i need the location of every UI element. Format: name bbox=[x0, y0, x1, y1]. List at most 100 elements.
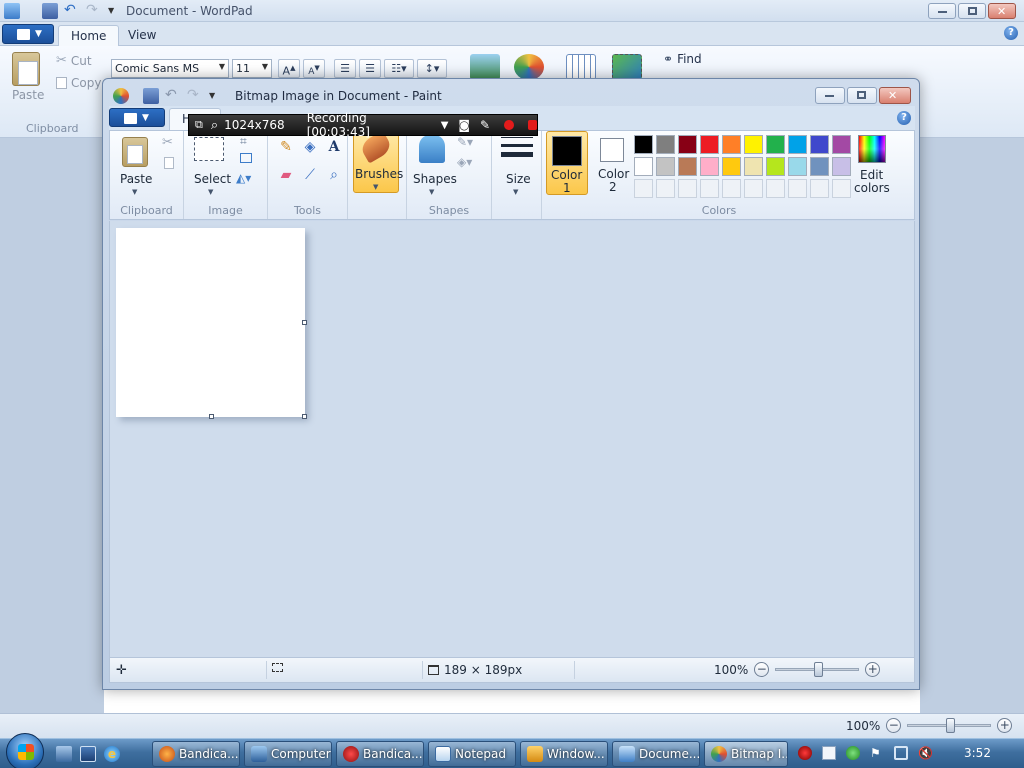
palette-swatch[interactable] bbox=[788, 157, 807, 176]
palette-swatch[interactable] bbox=[722, 135, 741, 154]
tab-home[interactable]: Home bbox=[58, 25, 120, 46]
palette-swatch[interactable] bbox=[810, 135, 829, 154]
magnifier-icon[interactable]: ⌕ bbox=[324, 165, 344, 185]
edit-colors-label[interactable]: Edit bbox=[860, 168, 883, 182]
find-button[interactable]: ⚭ Find bbox=[663, 52, 702, 66]
paint-app-icon[interactable] bbox=[113, 88, 129, 104]
shrink-font-icon[interactable]: A▼ bbox=[303, 59, 325, 78]
custom-color-slot[interactable] bbox=[722, 179, 741, 198]
zoom-slider-thumb[interactable] bbox=[946, 718, 956, 733]
show-desktop-icon[interactable] bbox=[56, 746, 72, 762]
zoom-in-icon[interactable]: + bbox=[865, 662, 881, 677]
taskbar-item-bandicam-1[interactable]: Bandica... bbox=[152, 741, 240, 767]
line-spacing-icon[interactable]: ↕▾ bbox=[417, 59, 447, 78]
window-mode-icon[interactable]: ⧉ bbox=[195, 118, 203, 132]
stop-icon[interactable] bbox=[527, 120, 537, 130]
palette-swatch[interactable] bbox=[766, 157, 785, 176]
chevron-down-icon[interactable]: ▼ bbox=[513, 188, 518, 196]
shape-fill-icon[interactable]: ◈▾ bbox=[457, 155, 472, 169]
volume-muted-icon[interactable]: 🔇 bbox=[918, 746, 933, 760]
zoom-in-icon[interactable]: + bbox=[997, 718, 1013, 733]
custom-color-slot[interactable] bbox=[832, 179, 851, 198]
font-family-select[interactable]: Comic Sans MS ▼ bbox=[111, 59, 229, 78]
chevron-down-icon[interactable]: ▼ bbox=[429, 188, 434, 196]
custom-color-slot[interactable] bbox=[810, 179, 829, 198]
close-button[interactable]: ✕ bbox=[879, 87, 911, 104]
date-time-icon[interactable] bbox=[566, 54, 596, 80]
taskbar-item-bitmap-image[interactable]: Bitmap I... bbox=[704, 741, 788, 767]
insert-object-icon[interactable] bbox=[612, 54, 642, 80]
copy-button[interactable]: Copy bbox=[56, 76, 101, 90]
wordpad-app-icon[interactable] bbox=[4, 3, 20, 19]
custom-color-slot[interactable] bbox=[744, 179, 763, 198]
paint-drawing-icon[interactable] bbox=[514, 54, 544, 80]
custom-color-slot[interactable] bbox=[766, 179, 785, 198]
zoom-out-icon[interactable]: − bbox=[886, 718, 902, 733]
wordpad-app-menu-button[interactable]: ▼ bbox=[2, 24, 54, 44]
taskbar-item-windows-media[interactable]: Window... bbox=[520, 741, 608, 767]
palette-swatch[interactable] bbox=[832, 135, 851, 154]
help-icon[interactable]: ? bbox=[1004, 26, 1018, 40]
palette-swatch[interactable] bbox=[832, 157, 851, 176]
bandicam-tray-icon[interactable] bbox=[798, 746, 812, 760]
palette-swatch[interactable] bbox=[788, 135, 807, 154]
taskbar-clock[interactable]: 3:52 bbox=[964, 746, 991, 760]
help-icon[interactable]: ? bbox=[897, 111, 911, 125]
insert-picture-icon[interactable] bbox=[470, 54, 500, 80]
shapes-icon[interactable] bbox=[419, 135, 445, 163]
outline-icon[interactable]: ✎▾ bbox=[457, 135, 473, 149]
undo-icon[interactable]: ↶ bbox=[64, 3, 80, 19]
cut-button[interactable]: ✂ Cut bbox=[56, 53, 92, 68]
edit-colors-label-2[interactable]: colors bbox=[854, 181, 890, 195]
custom-color-slot[interactable] bbox=[678, 179, 697, 198]
chevron-down-icon[interactable]: ▼ bbox=[132, 188, 137, 196]
paint-zoom-slider[interactable] bbox=[775, 662, 860, 677]
brushes-button[interactable]: Brushes ▼ bbox=[353, 130, 403, 193]
redo-icon[interactable]: ↷ bbox=[86, 3, 102, 19]
chevron-down-icon[interactable]: ▼ bbox=[441, 120, 449, 131]
redo-icon[interactable]: ↷ bbox=[187, 88, 203, 104]
palette-swatch[interactable] bbox=[678, 157, 697, 176]
size-button[interactable]: Size bbox=[506, 172, 531, 186]
increase-indent-icon[interactable]: ☰ bbox=[359, 59, 381, 78]
taskbar-item-bandicam-2[interactable]: Bandica... bbox=[336, 741, 424, 767]
color1-button[interactable]: Color 1 bbox=[546, 131, 588, 195]
palette-swatch[interactable] bbox=[744, 135, 763, 154]
drawing-canvas[interactable] bbox=[116, 228, 305, 417]
select-button[interactable]: Select bbox=[194, 172, 231, 186]
network-icon[interactable] bbox=[894, 746, 908, 760]
palette-swatch[interactable] bbox=[700, 157, 719, 176]
font-size-select[interactable]: 11 ▼ bbox=[232, 59, 272, 78]
chevron-down-icon[interactable]: ▼ bbox=[208, 188, 213, 196]
tab-view[interactable]: View bbox=[116, 25, 168, 46]
taskbar-item-notepad[interactable]: Notepad bbox=[428, 741, 516, 767]
crop-icon[interactable]: ⌗ bbox=[240, 134, 247, 149]
minimize-button[interactable] bbox=[928, 3, 956, 19]
custom-color-slot[interactable] bbox=[634, 179, 653, 198]
taskbar-item-document[interactable]: Docume... bbox=[612, 741, 700, 767]
pencil-icon[interactable]: ✎ bbox=[276, 137, 296, 157]
customize-qat-icon[interactable]: ▼ bbox=[108, 3, 124, 19]
internet-explorer-icon[interactable]: e bbox=[104, 746, 120, 762]
save-icon[interactable] bbox=[143, 88, 159, 104]
palette-swatch[interactable] bbox=[656, 157, 675, 176]
resize-handle-right[interactable] bbox=[302, 320, 307, 325]
fill-icon[interactable]: ◈ bbox=[300, 137, 320, 157]
taskbar-item-computer[interactable]: Computer bbox=[244, 741, 332, 767]
save-icon[interactable] bbox=[42, 3, 58, 19]
copy-icon[interactable] bbox=[164, 157, 174, 169]
paint-app-menu-button[interactable]: ▼ bbox=[109, 108, 165, 127]
palette-swatch[interactable] bbox=[744, 157, 763, 176]
color2-button[interactable]: Color 2 bbox=[592, 131, 632, 195]
palette-swatch[interactable] bbox=[678, 135, 697, 154]
paste-button[interactable]: Paste bbox=[120, 172, 152, 186]
custom-color-slot[interactable] bbox=[700, 179, 719, 198]
undo-icon[interactable]: ↶ bbox=[165, 88, 181, 104]
minimize-button[interactable] bbox=[815, 87, 845, 104]
record-icon[interactable] bbox=[504, 120, 514, 130]
resize-icon[interactable] bbox=[240, 153, 252, 163]
size-icon[interactable] bbox=[501, 137, 533, 138]
rotate-icon[interactable]: ◭▾ bbox=[236, 171, 251, 185]
palette-swatch[interactable] bbox=[634, 157, 653, 176]
security-tray-icon[interactable] bbox=[846, 746, 860, 760]
